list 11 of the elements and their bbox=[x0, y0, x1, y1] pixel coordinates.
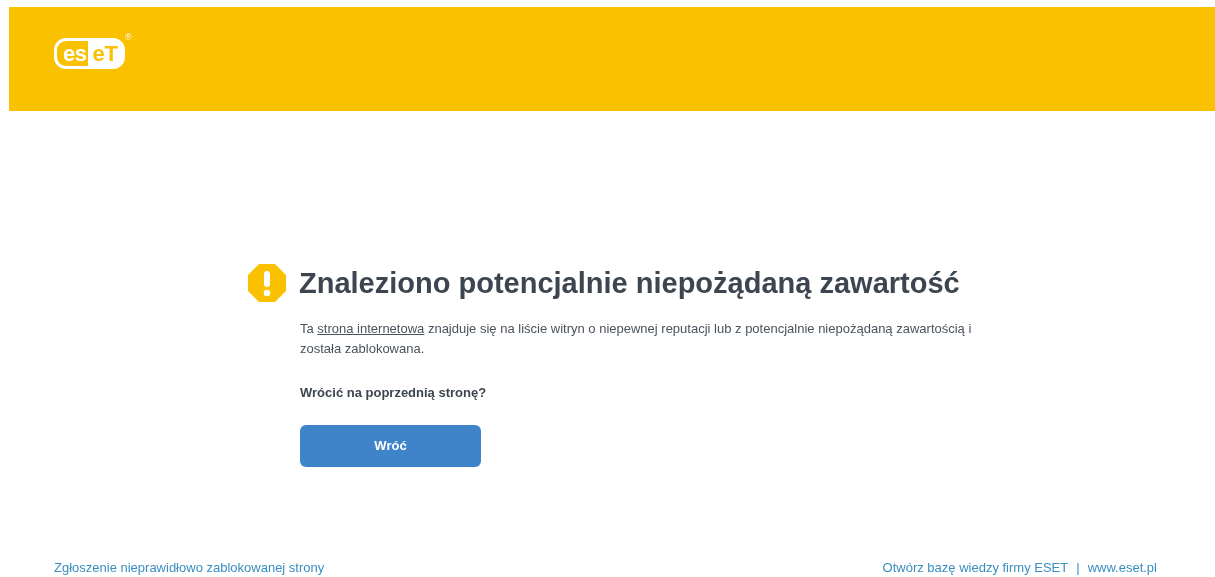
knowledge-base-link[interactable]: Otwórz bazę wiedzy firmy ESET bbox=[882, 560, 1069, 576]
warning-icon bbox=[247, 263, 287, 303]
alert-title: Znaleziono potencjalnie niepożądaną zawartość bbox=[299, 268, 960, 298]
separator: | bbox=[1076, 560, 1080, 576]
question-text: Wrócić na poprzednią stronę? bbox=[300, 384, 488, 402]
logo: es eT ® bbox=[54, 32, 132, 69]
info-link[interactable]: strona internetowa bbox=[317, 321, 425, 336]
report-link[interactable]: Zgłoszenie nieprawidłowo zablokowanej strony bbox=[54, 560, 325, 576]
back-button[interactable]: Wróć bbox=[300, 424, 481, 467]
alert-message: Ta strona internetowa znajduje się na liście witryn o niepewnej reputacji lub z potencjalnie niepożądaną zawartością i została zablokowana. bbox=[300, 320, 973, 358]
website-link[interactable]: www.eset.pl bbox=[1087, 560, 1157, 576]
